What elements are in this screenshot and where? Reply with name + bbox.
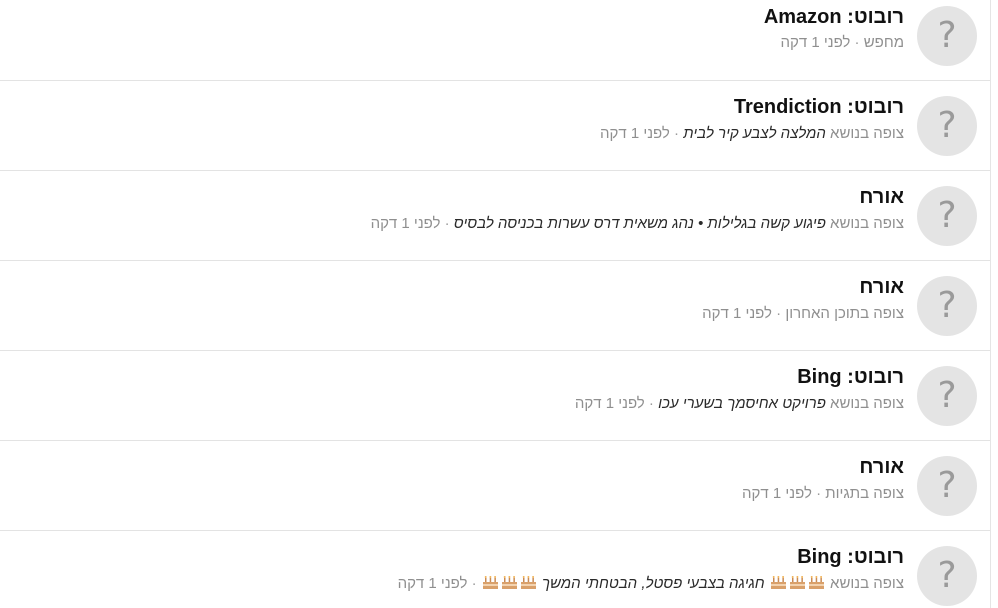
- question-mark-icon: ?: [937, 285, 957, 326]
- activity-line: צופה בתגיות · לפני 1 דקה: [742, 485, 904, 502]
- avatar[interactable]: ?: [917, 366, 977, 426]
- user-name: אורח: [859, 456, 904, 478]
- cake-icon: [789, 575, 806, 590]
- activity-line: צופה בנושא המלצה לצבע קיר לבית · לפני 1 …: [600, 125, 904, 142]
- timestamp: לפני 1 דקה: [574, 395, 645, 412]
- user-name[interactable]: רובוט: Amazon: [764, 6, 904, 29]
- question-mark-icon: ?: [937, 105, 957, 146]
- question-mark-icon: ?: [937, 555, 957, 596]
- topic-link[interactable]: המלצה לצבע קיר לבית: [683, 125, 826, 142]
- user-name: אורח: [859, 186, 904, 208]
- avatar[interactable]: ?: [917, 276, 977, 336]
- question-mark-icon: ?: [937, 195, 957, 236]
- question-mark-icon: ?: [937, 375, 957, 416]
- separator: ·: [850, 34, 864, 51]
- list-item: ? אורח צופה בתגיות · לפני 1 דקה: [0, 441, 990, 531]
- separator: ·: [440, 215, 454, 232]
- list-item: ? אורח צופה בנושא פיגוע קשה בגלילות • נה…: [0, 171, 990, 261]
- separator: ·: [669, 125, 684, 142]
- online-users-list: ? רובוט: Amazon מחפש · לפני 1 דקה ? רובו…: [0, 0, 991, 608]
- timestamp: לפני 1 דקה: [742, 485, 812, 502]
- activity-line: צופה בנושא פיגוע קשה בגלילות • נהג משאית…: [371, 215, 904, 232]
- avatar[interactable]: ?: [917, 96, 977, 156]
- avatar[interactable]: ?: [917, 186, 977, 246]
- activity-text: צופה בנושא: [825, 215, 904, 232]
- activity-text[interactable]: צופה בתוכן האחרון: [785, 305, 904, 322]
- activity-text: מחפש: [863, 34, 904, 51]
- topic-link[interactable]: פיגוע קשה בגלילות • נהג משאית דרס עשרות …: [454, 215, 826, 232]
- timestamp: לפני 1 דקה: [370, 215, 441, 232]
- avatar[interactable]: ?: [917, 456, 977, 516]
- list-item: ? אורח צופה בתוכן האחרון · לפני 1 דקה: [0, 261, 990, 351]
- activity-line: צופה בנושא חגיגה בצבעי פסטל, הבטחתי המשך…: [398, 575, 904, 592]
- user-name[interactable]: רובוט: Trendiction: [734, 96, 904, 119]
- avatar[interactable]: ?: [917, 546, 977, 606]
- list-item: ? רובוט: Trendiction צופה בנושא המלצה לצ…: [0, 81, 990, 171]
- timestamp: לפני 1 דקה: [780, 34, 851, 51]
- topic-link[interactable]: פרויקט אחיסמך בשערי עכו: [658, 395, 826, 412]
- timestamp: לפני 1 דקה: [599, 125, 670, 142]
- topic-link[interactable]: חגיגה בצבעי פסטל, הבטחתי המשך: [542, 575, 765, 592]
- cake-icon: [501, 575, 518, 590]
- separator: ·: [771, 305, 786, 322]
- list-item: ? רובוט: Bing צופה בנושא חגיגה בצבעי פסט…: [0, 531, 990, 608]
- list-item: ? רובוט: Amazon מחפש · לפני 1 דקה: [0, 0, 990, 81]
- user-name: אורח: [859, 276, 904, 298]
- user-name[interactable]: רובוט: Bing: [797, 366, 904, 389]
- cake-icon: [770, 575, 787, 590]
- question-mark-icon: ?: [937, 465, 957, 506]
- activity-line: מחפש · לפני 1 דקה: [780, 34, 904, 51]
- cake-icon: [520, 575, 537, 590]
- timestamp: לפני 1 דקה: [397, 575, 468, 592]
- activity-text[interactable]: צופה בתגיות: [825, 485, 904, 502]
- separator: ·: [644, 395, 659, 412]
- timestamp: לפני 1 דקה: [702, 305, 772, 322]
- user-name[interactable]: רובוט: Bing: [797, 546, 904, 569]
- activity-text: צופה בנושא: [825, 395, 904, 412]
- list-item: ? רובוט: Bing צופה בנושא פרויקט אחיסמך ב…: [0, 351, 990, 441]
- separator: ·: [811, 485, 826, 502]
- activity-text: צופה בנושא: [825, 575, 904, 592]
- cake-icon: [482, 575, 499, 590]
- avatar[interactable]: ?: [917, 6, 977, 66]
- question-mark-icon: ?: [937, 15, 957, 56]
- activity-line: צופה בנושא פרויקט אחיסמך בשערי עכו · לפנ…: [575, 395, 904, 412]
- activity-line: צופה בתוכן האחרון · לפני 1 דקה: [702, 305, 904, 322]
- cake-icon: [808, 575, 825, 590]
- activity-text: צופה בנושא: [825, 125, 904, 142]
- separator: ·: [467, 575, 481, 592]
